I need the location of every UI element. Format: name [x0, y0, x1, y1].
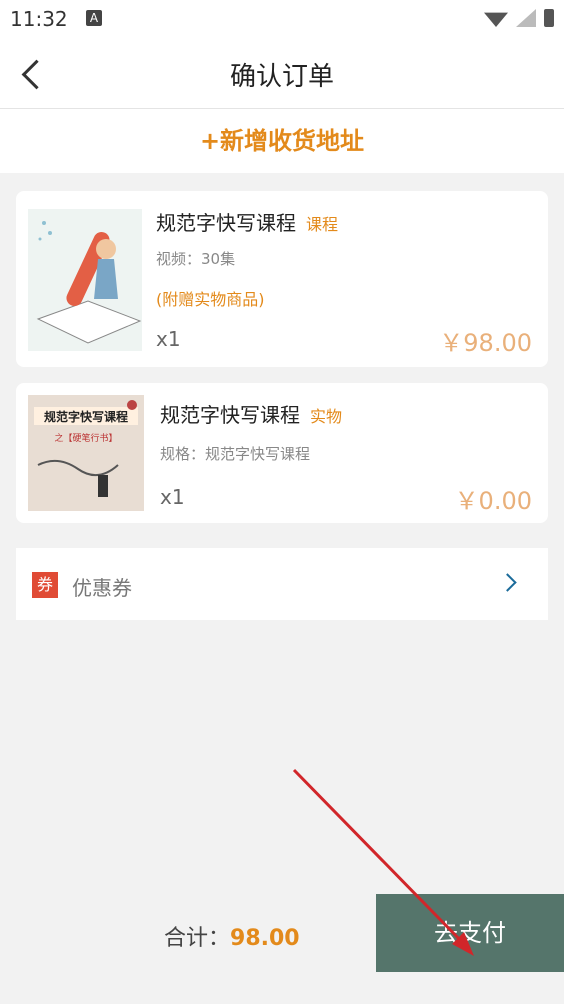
annotation-arrow-icon: [292, 768, 474, 956]
